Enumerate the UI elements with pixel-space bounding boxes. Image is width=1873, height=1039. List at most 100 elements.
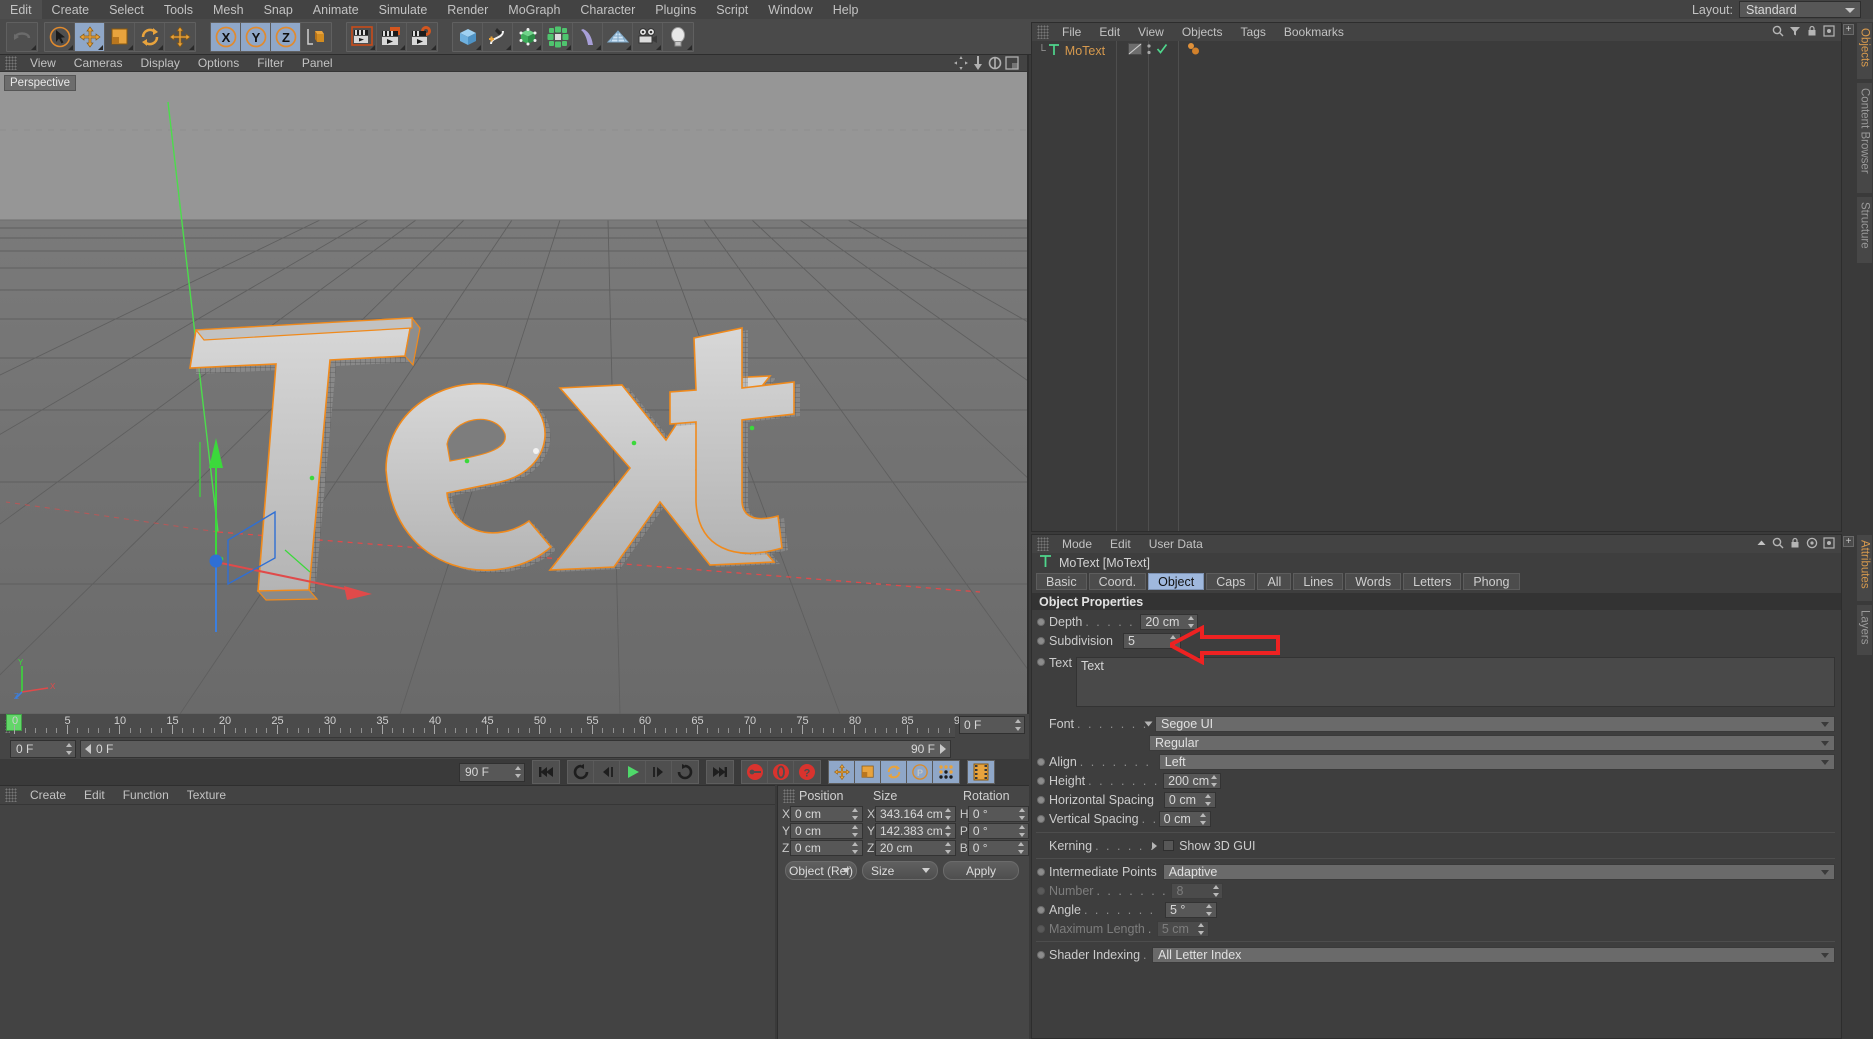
- menu-mograph[interactable]: MoGraph: [498, 0, 570, 19]
- animate-dot-icon[interactable]: [1037, 776, 1045, 785]
- coord-rot-field[interactable]: 0 °: [967, 822, 1029, 839]
- play-forward-icon[interactable]: [620, 761, 646, 783]
- move-alt-icon[interactable]: [165, 23, 195, 51]
- spinner-icon[interactable]: [1205, 793, 1212, 806]
- vtab-structure[interactable]: Structure: [1856, 196, 1873, 264]
- record-key-icon[interactable]: [742, 761, 768, 783]
- menu-mesh[interactable]: Mesh: [203, 0, 254, 19]
- viewport-menu-options[interactable]: Options: [189, 55, 248, 71]
- spinner-icon[interactable]: [945, 824, 952, 837]
- attribute-menu-mode[interactable]: Mode: [1053, 535, 1101, 553]
- position-key-icon[interactable]: [829, 761, 855, 783]
- settings-icon[interactable]: [1823, 537, 1835, 552]
- pan-icon[interactable]: [954, 56, 968, 70]
- coord-size-field[interactable]: 343.164 cm: [874, 805, 956, 822]
- autokey-icon[interactable]: [768, 761, 794, 783]
- animate-dot-icon[interactable]: [1037, 636, 1045, 645]
- material-menu-texture[interactable]: Texture: [178, 786, 235, 804]
- select-cursor-icon[interactable]: [45, 22, 75, 51]
- expand-arrow-icon[interactable]: [1152, 841, 1158, 850]
- height-field[interactable]: 200 cm: [1163, 772, 1222, 789]
- maximize-viewport-icon[interactable]: [1005, 56, 1019, 70]
- tab-phong[interactable]: Phong: [1463, 573, 1520, 590]
- spinner-icon[interactable]: [65, 743, 72, 755]
- current-frame-field[interactable]: 0 F: [10, 740, 76, 758]
- add-attributes-panel-button[interactable]: +: [1843, 536, 1854, 547]
- visibility-dots-icon[interactable]: [1146, 43, 1152, 59]
- scale-key-icon[interactable]: [855, 761, 881, 783]
- spinner-icon[interactable]: [514, 766, 521, 778]
- enabled-check-icon[interactable]: [1156, 43, 1168, 58]
- animate-dot-icon[interactable]: [1037, 795, 1045, 804]
- object-menu-view[interactable]: View: [1129, 23, 1173, 41]
- animate-dot-icon[interactable]: [1037, 617, 1045, 626]
- animate-dot-icon[interactable]: [1037, 814, 1045, 823]
- menu-simulate[interactable]: Simulate: [369, 0, 438, 19]
- world-object-axis-icon[interactable]: [301, 23, 331, 51]
- step-forward-icon[interactable]: [646, 761, 672, 783]
- coord-rot-field[interactable]: 0 °: [967, 839, 1029, 856]
- menu-tools[interactable]: Tools: [154, 0, 203, 19]
- animate-dot-icon[interactable]: [1037, 757, 1045, 766]
- animate-dot-icon[interactable]: [1037, 867, 1045, 876]
- attribute-menu-edit[interactable]: Edit: [1101, 535, 1140, 553]
- settings-icon[interactable]: [1823, 25, 1835, 40]
- attribute-menu-user-data[interactable]: User Data: [1140, 535, 1212, 553]
- y-axis-icon[interactable]: Y: [241, 22, 271, 51]
- keyframe-selection-icon[interactable]: ?: [794, 761, 820, 783]
- object-menu-tags[interactable]: Tags: [1232, 23, 1275, 41]
- chevron-down-icon[interactable]: [1144, 721, 1153, 726]
- go-to-start-icon[interactable]: [533, 761, 559, 783]
- search-icon[interactable]: [1772, 537, 1784, 552]
- range-right-arrow-icon[interactable]: [940, 744, 946, 754]
- lock-left-icon[interactable]: [1789, 537, 1801, 552]
- vtab-content-browser[interactable]: Content Browser: [1856, 82, 1873, 194]
- play-backwards-loop-icon[interactable]: [568, 761, 594, 783]
- menu-create[interactable]: Create: [42, 0, 100, 19]
- spinner-icon[interactable]: [945, 841, 952, 854]
- tab-coord-[interactable]: Coord.: [1088, 573, 1147, 590]
- param-key-icon[interactable]: P: [907, 761, 933, 783]
- material-menu-edit[interactable]: Edit: [75, 786, 114, 804]
- coord-rot-field[interactable]: 0 °: [967, 805, 1029, 822]
- viewport-menu-cameras[interactable]: Cameras: [65, 55, 132, 71]
- spinner-icon[interactable]: [1018, 824, 1025, 837]
- tab-object[interactable]: Object: [1148, 573, 1205, 590]
- z-axis-icon[interactable]: Z: [271, 22, 301, 51]
- coord-pos-field[interactable]: 0 cm: [789, 839, 863, 856]
- spinner-icon[interactable]: [1014, 719, 1021, 731]
- material-menu-create[interactable]: Create: [21, 786, 75, 804]
- animate-dot-icon[interactable]: [1037, 905, 1045, 914]
- menu-render[interactable]: Render: [437, 0, 498, 19]
- vtab-objects[interactable]: Objects: [1856, 22, 1873, 80]
- tab-basic[interactable]: Basic: [1036, 573, 1087, 590]
- material-menu-function[interactable]: Function: [114, 786, 178, 804]
- material-list-area[interactable]: [0, 804, 775, 1039]
- timeline-range-bar[interactable]: 0 F 90 F: [80, 740, 951, 758]
- range-left-arrow-icon[interactable]: [85, 744, 91, 754]
- coord-size-dropdown[interactable]: Size: [862, 861, 938, 880]
- menu-plugins[interactable]: Plugins: [645, 0, 706, 19]
- shader-indexing-dropdown[interactable]: All Letter Index: [1152, 946, 1835, 963]
- spinner-icon[interactable]: [1200, 812, 1207, 825]
- spinner-icon[interactable]: [1018, 807, 1025, 820]
- menu-character[interactable]: Character: [570, 0, 645, 19]
- coord-pos-field[interactable]: 0 cm: [790, 822, 863, 839]
- generator-icon[interactable]: [513, 22, 543, 51]
- search-icon[interactable]: [1772, 25, 1784, 40]
- scale-icon[interactable]: [105, 22, 135, 51]
- show-3d-gui-checkbox[interactable]: [1163, 840, 1175, 851]
- intermediate-points-dropdown[interactable]: Adaptive: [1162, 863, 1835, 880]
- coord-size-field[interactable]: 20 cm: [874, 839, 956, 856]
- panel-grip-icon[interactable]: [783, 788, 795, 803]
- play-loop-icon[interactable]: [672, 761, 698, 783]
- menu-snap[interactable]: Snap: [254, 0, 303, 19]
- viewport-menu-display[interactable]: Display: [131, 55, 188, 71]
- layout-dropdown[interactable]: Standard: [1739, 1, 1861, 18]
- x-axis-icon[interactable]: X: [211, 22, 241, 51]
- rotation-key-icon[interactable]: [881, 761, 907, 783]
- font-dropdown[interactable]: Segoe UI: [1155, 715, 1835, 732]
- animate-dot-icon[interactable]: [1037, 950, 1045, 959]
- spinner-icon[interactable]: [852, 807, 859, 820]
- orbit-icon[interactable]: [988, 56, 1002, 70]
